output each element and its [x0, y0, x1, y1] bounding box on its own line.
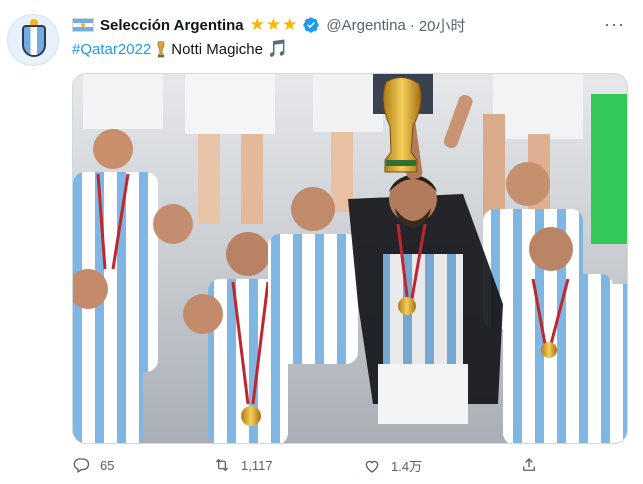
like-button[interactable]: 1.4万: [363, 456, 422, 475]
separator-dot: ·: [409, 16, 415, 34]
more-icon[interactable]: ···: [604, 14, 625, 35]
star-icon: ★★★: [249, 15, 299, 34]
retweet-button[interactable]: 1,117: [213, 456, 273, 474]
tweet-body-text: Notti Magiche: [171, 40, 263, 58]
author-handle[interactable]: @Argentina: [326, 17, 405, 34]
retweet-count: 1,117: [241, 457, 273, 473]
reply-icon: [73, 458, 90, 473]
author-name[interactable]: Selección Argentina: [100, 17, 244, 34]
tweet-text: #Qatar2022 Notti Magiche 🎵: [72, 39, 288, 59]
like-count: 1.4万: [391, 459, 423, 474]
hashtag-link[interactable]: #Qatar2022: [72, 41, 151, 58]
tweet-timestamp[interactable]: 20小时: [419, 15, 466, 36]
reply-button[interactable]: 65: [72, 456, 114, 474]
tweet-photo[interactable]: [72, 73, 628, 444]
tweet-actions: 65 1,117 1.4万: [72, 456, 572, 478]
trophy-icon: [157, 40, 165, 57]
avatar[interactable]: [7, 14, 59, 66]
tweet[interactable]: Selección Argentina ★★★ @Argentina · 20小…: [0, 0, 643, 484]
like-icon: [365, 460, 379, 473]
share-button[interactable]: [520, 456, 538, 474]
retweet-icon: [215, 458, 229, 472]
avatar-crest-icon: [22, 25, 46, 57]
tweet-header: Selección Argentina ★★★ @Argentina · 20小…: [72, 14, 466, 36]
reply-count: 65: [100, 457, 115, 473]
verified-badge-icon: [303, 17, 320, 33]
flag-argentina-icon: [72, 18, 94, 32]
celebration-photo-illustration: [73, 74, 627, 443]
share-icon: [523, 458, 535, 471]
music-note-icon: 🎵: [266, 39, 289, 58]
